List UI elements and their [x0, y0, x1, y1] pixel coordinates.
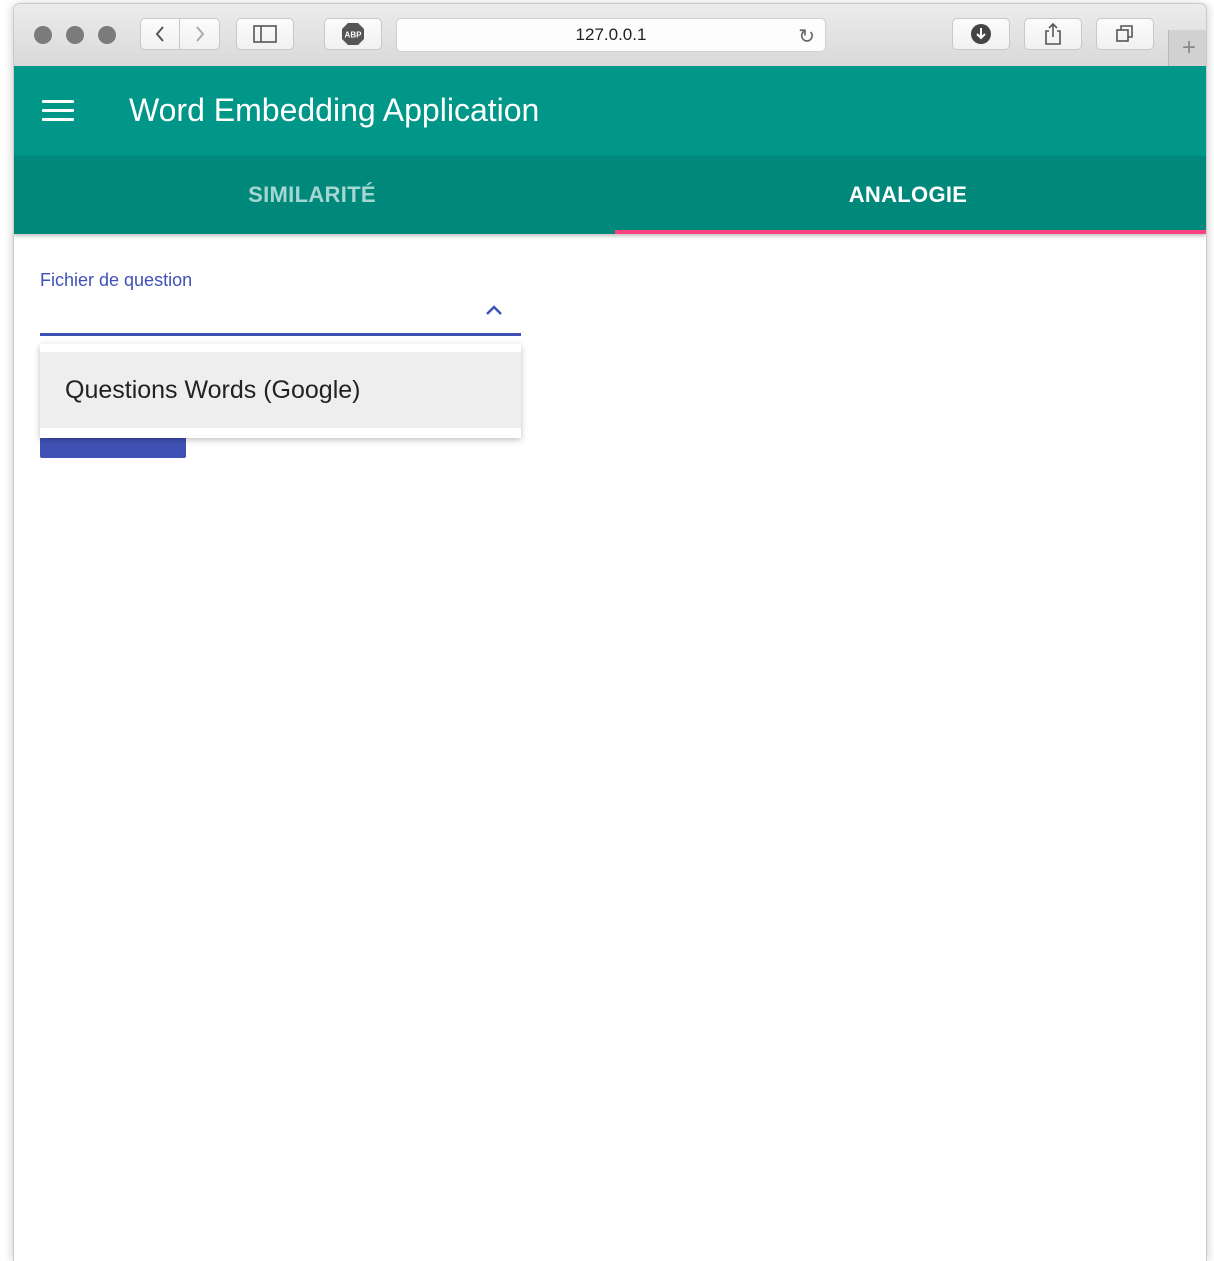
adblock-button[interactable]: ABP — [324, 18, 382, 50]
app-toolbar: Word Embedding Application — [14, 66, 1206, 156]
reload-icon[interactable]: ↻ — [798, 24, 815, 49]
download-icon — [971, 24, 991, 44]
browser-window: ABP 127.0.0.1 ↻ + Word Embedding Applica… — [14, 4, 1206, 1261]
tabs-icon — [1116, 25, 1133, 42]
zoom-window-button[interactable] — [98, 26, 116, 44]
back-icon — [155, 26, 164, 42]
select-dropdown-menu: Questions Words (Google) — [40, 344, 521, 438]
app-title: Word Embedding Application — [129, 92, 540, 128]
share-icon — [1045, 22, 1061, 45]
option-questions-words[interactable]: Questions Words (Google) — [40, 352, 521, 428]
chevron-up-icon[interactable] — [482, 302, 506, 318]
minimize-window-button[interactable] — [66, 26, 84, 44]
tab-analogie[interactable]: ANALOGIE — [610, 156, 1206, 234]
close-window-button[interactable] — [34, 26, 52, 44]
back-button[interactable] — [140, 18, 180, 50]
svg-text:ABP: ABP — [345, 31, 363, 40]
tab-similarite[interactable]: SIMILARITÉ — [14, 156, 610, 234]
address-bar[interactable]: 127.0.0.1 ↻ — [396, 18, 826, 52]
share-button[interactable] — [1024, 18, 1082, 50]
sidebar-button[interactable] — [236, 18, 294, 50]
sidebar-icon — [253, 25, 277, 43]
menu-icon[interactable] — [42, 100, 74, 122]
forward-icon — [195, 26, 204, 42]
browser-toolbar: ABP 127.0.0.1 ↻ — [14, 4, 1206, 67]
downloads-button[interactable] — [952, 18, 1010, 50]
tab-bar: SIMILARITÉ ANALOGIE — [14, 156, 1206, 234]
forward-button[interactable] — [180, 18, 220, 50]
tabs-overview-button[interactable] — [1096, 18, 1154, 50]
question-file-select[interactable] — [40, 333, 521, 336]
new-tab-icon[interactable]: + — [1168, 30, 1206, 66]
url-text: 127.0.0.1 — [575, 25, 647, 44]
question-file-label: Fichier de question — [40, 270, 193, 290]
adblock-icon: ABP — [342, 23, 364, 45]
submit-button[interactable] — [40, 438, 186, 458]
active-tab-indicator — [615, 230, 1206, 234]
